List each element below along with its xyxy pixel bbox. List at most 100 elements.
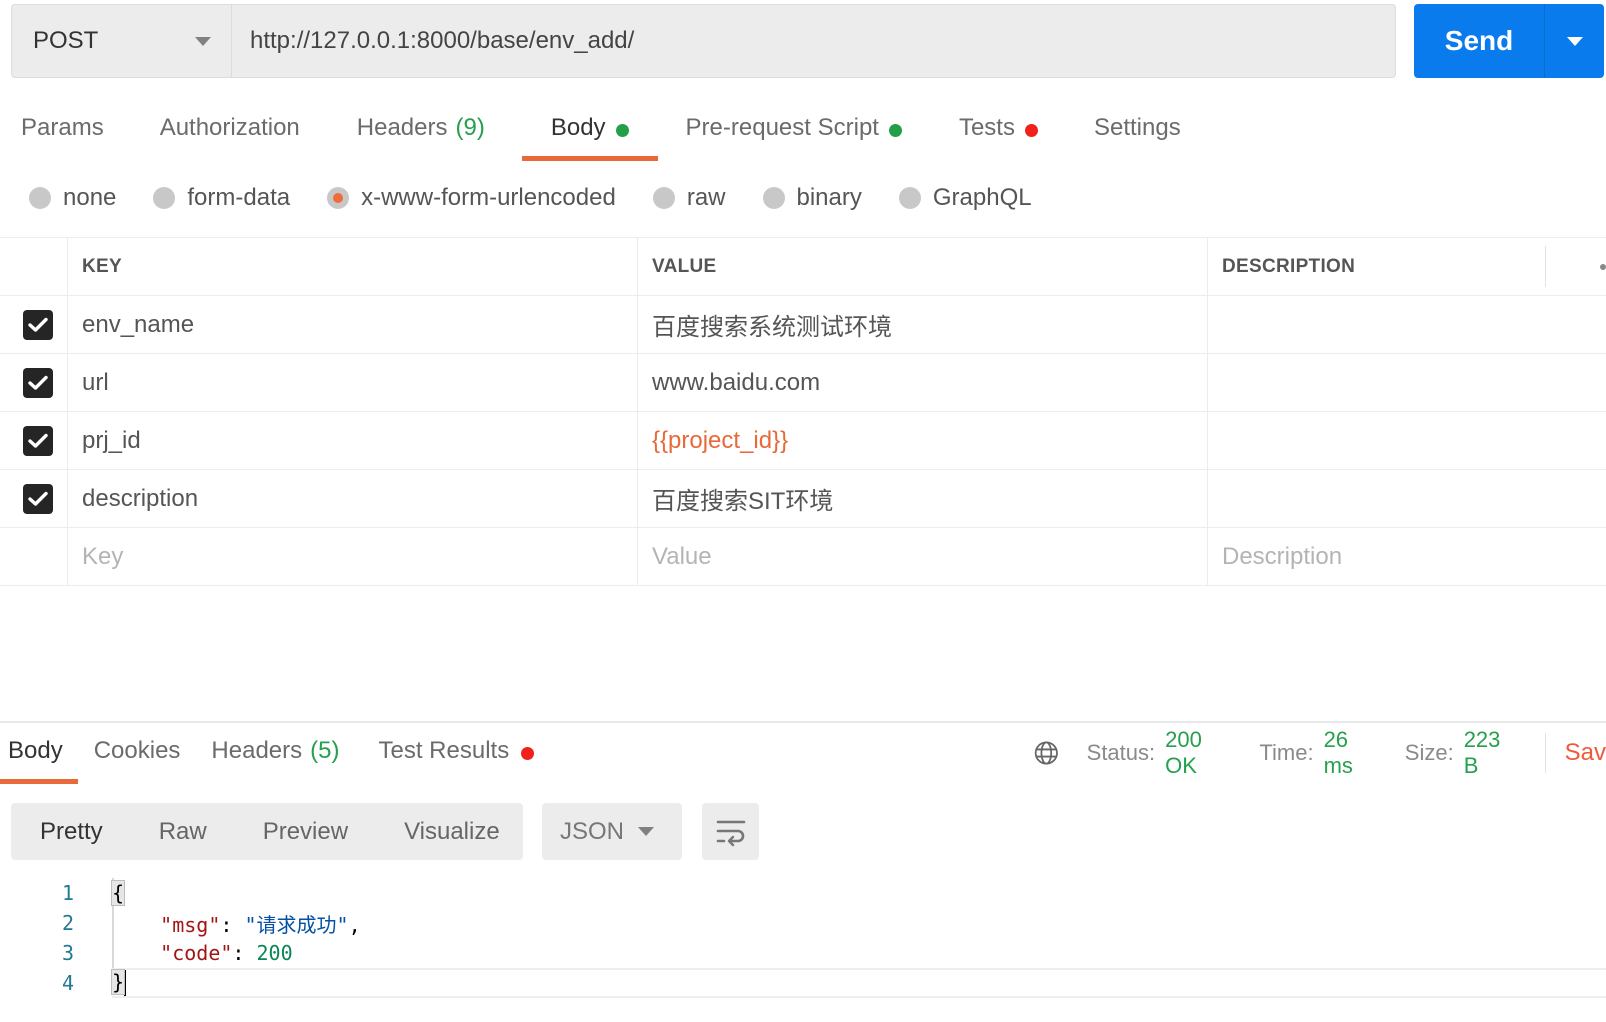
code-line: 1 { (0, 878, 1606, 908)
open-brace: { (110, 880, 126, 906)
line-number: 1 (61, 881, 74, 905)
value-cell[interactable]: 百度搜索系统测试环境 (638, 296, 1208, 353)
response-tab-test-results[interactable]: Test Results (378, 736, 535, 784)
response-tab-body[interactable]: Body (0, 736, 78, 784)
pre-request-status-dot (888, 124, 902, 137)
row-check-cell (0, 528, 68, 585)
view-preview-button[interactable]: Preview (263, 818, 348, 846)
method-select[interactable]: POST (12, 5, 232, 77)
new-description-input[interactable]: Description (1208, 528, 1606, 585)
tab-params[interactable]: Params (21, 105, 104, 161)
value-cell-variable[interactable]: {{project_id}} (638, 412, 1208, 469)
tab-pre-request-script[interactable]: Pre-request Script (686, 105, 902, 161)
wrap-lines-button[interactable] (702, 803, 759, 860)
size-value[interactable]: 223 B (1464, 727, 1515, 779)
new-value-input[interactable]: Value (638, 528, 1208, 585)
json-string: "请求成功" (244, 912, 349, 937)
tab-label: Headers (211, 737, 303, 764)
text-cursor (124, 970, 127, 997)
row-checkbox[interactable] (22, 367, 53, 398)
checkmark-icon (27, 433, 48, 448)
response-code-viewer[interactable]: 1 { 2 "msg": "请求成功", 3 "code": 200 4 } (0, 878, 1606, 998)
code-text: "msg": "请求成功", (112, 909, 360, 938)
radio-circle (652, 187, 675, 209)
tests-status-dot (1024, 124, 1038, 137)
json-key: "msg" (160, 912, 221, 937)
send-options-button[interactable] (1545, 4, 1604, 78)
radio-x-www-form-urlencoded[interactable]: x-www-form-urlencoded (327, 184, 616, 212)
table-row: description 百度搜索SIT环境 (0, 470, 1606, 528)
description-cell[interactable] (1208, 354, 1606, 411)
tab-settings[interactable]: Settings (1094, 105, 1181, 161)
column-resize-handle[interactable] (1545, 246, 1546, 287)
response-tab-headers[interactable]: Headers (5) (211, 736, 339, 784)
time-value[interactable]: 26 ms (1324, 727, 1377, 779)
header-description-label: DESCRIPTION (1222, 255, 1356, 277)
description-cell[interactable] (1208, 296, 1606, 353)
radio-label: x-www-form-urlencoded (361, 184, 616, 211)
view-visualize-button[interactable]: Visualize (404, 818, 500, 846)
tab-label: Test Results (378, 737, 510, 764)
radio-form-data[interactable]: form-data (153, 184, 290, 212)
pane-divider[interactable] (0, 721, 1606, 723)
chevron-down-icon (195, 36, 211, 46)
key-cell[interactable]: url (68, 354, 638, 411)
divider (1544, 733, 1546, 773)
view-raw-button[interactable]: Raw (159, 818, 207, 846)
format-select[interactable]: JSON (542, 803, 682, 860)
header-value: VALUE (638, 238, 1208, 295)
radio-label: raw (686, 184, 726, 211)
radio-label: form-data (187, 184, 291, 211)
radio-binary[interactable]: binary (762, 184, 862, 212)
description-cell[interactable] (1208, 470, 1606, 527)
row-checkbox[interactable] (22, 425, 53, 456)
radio-raw[interactable]: raw (652, 184, 726, 212)
tab-label: Cookies (93, 737, 181, 764)
request-tabs: Params Authorization Headers (9) Body Pr… (0, 105, 1181, 161)
response-tab-cookies[interactable]: Cookies (94, 736, 181, 784)
row-checkbox[interactable] (22, 309, 53, 340)
header-check-cell (0, 238, 68, 295)
header-description: DESCRIPTION (1208, 238, 1606, 295)
send-button[interactable]: Send (1414, 4, 1545, 78)
format-label: JSON (560, 817, 625, 845)
value-cell[interactable]: www.baidu.com (638, 354, 1208, 411)
view-pretty-button[interactable]: Pretty (40, 818, 103, 846)
time-label: Time: (1259, 740, 1314, 765)
tab-label: Tests (958, 114, 1015, 141)
url-input[interactable] (232, 5, 1395, 77)
value-cell[interactable]: 百度搜索SIT环境 (638, 470, 1208, 527)
line-number: 2 (61, 911, 74, 935)
tab-label: Pre-request Script (685, 114, 879, 141)
body-status-dot (615, 124, 629, 137)
globe-icon[interactable] (1033, 738, 1060, 768)
radio-none[interactable]: none (29, 184, 116, 212)
tab-body[interactable]: Body (521, 105, 658, 161)
radio-label: GraphQL (932, 184, 1032, 211)
save-response-button[interactable]: Sav (1565, 739, 1606, 767)
status-value[interactable]: 200 OK (1165, 727, 1231, 779)
key-cell[interactable]: prj_id (68, 412, 638, 469)
row-check-cell (0, 470, 68, 527)
new-key-input[interactable]: Key (68, 528, 638, 585)
radio-graphql[interactable]: GraphQL (898, 184, 1032, 212)
test-results-status-dot (521, 747, 535, 760)
response-headers-count: (5) (310, 737, 340, 764)
header-key: KEY (68, 238, 638, 295)
tab-label: Authorization (159, 114, 300, 141)
radio-circle-selected (327, 187, 350, 209)
wrap-lines-icon (716, 820, 745, 846)
params-table: KEY VALUE DESCRIPTION env_name 百度搜索系统测试环… (0, 237, 1606, 586)
tab-authorization[interactable]: Authorization (160, 105, 300, 161)
more-options-icon[interactable] (1600, 264, 1606, 270)
description-cell[interactable] (1208, 412, 1606, 469)
method-label: POST (33, 27, 99, 54)
tab-headers[interactable]: Headers (9) (357, 105, 485, 161)
key-cell[interactable]: description (68, 470, 638, 527)
json-key: "code" (160, 941, 233, 965)
row-checkbox[interactable] (22, 483, 53, 514)
response-meta: Status: 200 OK Time: 26 ms Size: 223 B S… (1033, 727, 1606, 778)
key-cell[interactable]: env_name (68, 296, 638, 353)
tab-tests[interactable]: Tests (959, 105, 1038, 161)
code-line: 4 } (0, 968, 1606, 998)
